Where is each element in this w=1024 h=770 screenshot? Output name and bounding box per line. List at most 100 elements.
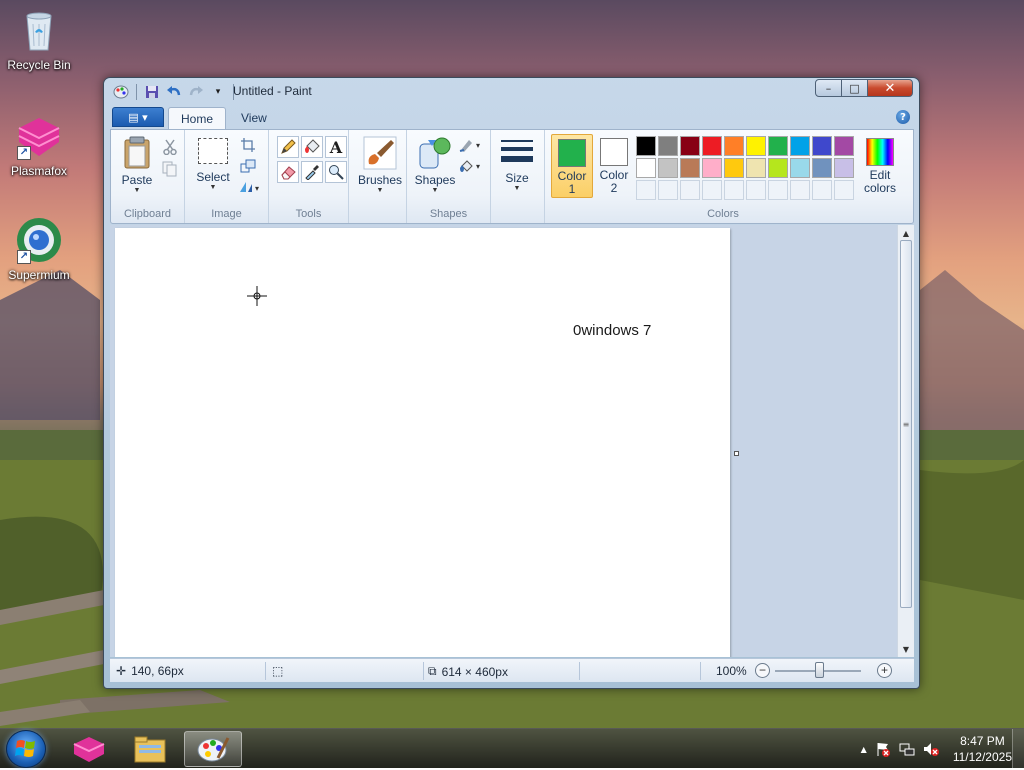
text-tool-icon[interactable]: A: [325, 136, 347, 158]
move-cursor-icon: ✛: [116, 664, 127, 678]
desktop-icon-supermium[interactable]: ↗ Supermium: [0, 216, 78, 282]
palette-custom-slot[interactable]: [724, 180, 744, 200]
palette-color-swatch[interactable]: [812, 158, 832, 178]
palette-color-swatch[interactable]: [768, 136, 788, 156]
rotate-icon[interactable]: ▾: [237, 177, 263, 197]
outline-icon[interactable]: ▾: [459, 135, 485, 155]
color-picker-icon[interactable]: [301, 161, 323, 183]
copy-icon[interactable]: [159, 159, 181, 179]
tab-home[interactable]: Home: [168, 107, 227, 129]
quick-access-toolbar: ▾: [112, 83, 236, 101]
svg-text:▾: ▾: [255, 184, 259, 193]
paste-button[interactable]: Paste ▼: [117, 136, 157, 195]
palette-custom-slot[interactable]: [834, 180, 854, 200]
zoom-out-button[interactable]: −: [755, 663, 770, 678]
status-separator: [265, 662, 266, 680]
shape-fill-icon[interactable]: ▾: [459, 156, 485, 176]
palette-custom-slot[interactable]: [746, 180, 766, 200]
magnifier-icon[interactable]: [325, 161, 347, 183]
taskbar-plasmafox[interactable]: [60, 731, 118, 767]
dropdown-arrow-icon: ▼: [209, 184, 217, 191]
palette-custom-slot[interactable]: [680, 180, 700, 200]
palette-color-swatch[interactable]: [834, 158, 854, 178]
color2-button[interactable]: Color 2: [593, 134, 635, 198]
tab-view[interactable]: View: [229, 107, 279, 129]
eraser-icon[interactable]: [277, 161, 299, 183]
show-desktop-button[interactable]: [1012, 729, 1024, 769]
canvas-workarea[interactable]: 0windows 7 ▲ ≡ ▼: [110, 225, 914, 657]
status-separator: [423, 662, 424, 680]
palette-color-swatch[interactable]: [746, 158, 766, 178]
size-button[interactable]: Size ▼: [497, 138, 537, 193]
color1-button[interactable]: Color 1: [551, 134, 593, 198]
canvas-size-value: 614 × 460px: [441, 664, 508, 679]
close-button[interactable]: ✕: [867, 79, 913, 97]
select-button[interactable]: Select ▼: [193, 138, 233, 192]
palette-custom-slot[interactable]: [768, 180, 788, 200]
palette-color-swatch[interactable]: [702, 136, 722, 156]
palette-custom-slot[interactable]: [658, 180, 678, 200]
desktop-icon-plasmafox[interactable]: ↗ Plasmafox: [0, 112, 78, 178]
tray-expand-icon[interactable]: ▲: [861, 745, 867, 754]
palette-color-swatch[interactable]: [790, 158, 810, 178]
palette-color-swatch[interactable]: [746, 136, 766, 156]
palette-color-swatch[interactable]: [724, 136, 744, 156]
maximize-button[interactable]: □: [841, 79, 868, 97]
group-label-image: Image: [211, 208, 242, 220]
palette-color-swatch[interactable]: [680, 136, 700, 156]
canvas-resize-handle[interactable]: [734, 451, 739, 456]
palette-color-swatch[interactable]: [812, 136, 832, 156]
scroll-down-icon[interactable]: ▼: [898, 641, 914, 657]
minimize-button[interactable]: –: [815, 79, 842, 97]
clock[interactable]: 8:47 PM 11/12/2025: [953, 733, 1012, 765]
cut-icon[interactable]: [159, 137, 181, 157]
palette-color-swatch[interactable]: [680, 158, 700, 178]
palette-color-swatch[interactable]: [658, 158, 678, 178]
palette-color-swatch[interactable]: [658, 136, 678, 156]
file-menu-button[interactable]: ▤ ▾: [112, 107, 164, 127]
redo-icon[interactable]: [187, 84, 205, 100]
qat-separator: [136, 84, 137, 100]
palette-custom-slot[interactable]: [702, 180, 722, 200]
crop-icon[interactable]: [237, 135, 259, 155]
palette-custom-slot[interactable]: [636, 180, 656, 200]
scroll-up-icon[interactable]: ▲: [898, 225, 914, 241]
palette-custom-slot[interactable]: [812, 180, 832, 200]
drawing-canvas[interactable]: 0windows 7: [115, 228, 730, 657]
zoom-in-button[interactable]: +: [877, 663, 892, 678]
palette-color-swatch[interactable]: [636, 136, 656, 156]
zoom-slider-thumb[interactable]: [815, 662, 824, 678]
fill-icon[interactable]: [301, 136, 323, 158]
scroll-thumb[interactable]: ≡: [900, 240, 912, 608]
palette-color-swatch[interactable]: [834, 136, 854, 156]
select-icon: [198, 138, 228, 164]
palette-custom-slot[interactable]: [790, 180, 810, 200]
pencil-icon[interactable]: [277, 136, 299, 158]
shapes-button[interactable]: Shapes ▼: [413, 136, 457, 195]
palette-color-swatch[interactable]: [724, 158, 744, 178]
customize-qat-icon[interactable]: ▾: [209, 84, 227, 100]
resize-icon[interactable]: [237, 156, 259, 176]
vertical-scrollbar[interactable]: ▲ ≡ ▼: [897, 225, 914, 657]
palette-color-swatch[interactable]: [768, 158, 788, 178]
palette-color-swatch[interactable]: [702, 158, 722, 178]
action-center-flag-icon[interactable]: [875, 741, 891, 757]
palette-color-swatch[interactable]: [790, 136, 810, 156]
volume-muted-icon[interactable]: [923, 741, 939, 757]
edit-colors-button[interactable]: Edit colors: [859, 134, 901, 198]
help-icon[interactable]: ?: [896, 110, 910, 124]
supermium-icon: ↗: [15, 216, 63, 264]
taskbar-paint[interactable]: [184, 731, 242, 767]
palette-color-swatch[interactable]: [636, 158, 656, 178]
save-icon[interactable]: [143, 84, 161, 100]
title-bar[interactable]: ▾ Untitled - Paint – □ ✕: [104, 78, 919, 104]
network-icon[interactable]: [899, 741, 915, 757]
line-size-icon: [497, 138, 537, 171]
color1-label-number: 1: [568, 182, 576, 196]
paint-app-icon[interactable]: [112, 84, 130, 100]
start-button[interactable]: [6, 730, 46, 768]
desktop-icon-recycle-bin[interactable]: Recycle Bin: [0, 6, 78, 72]
undo-icon[interactable]: [165, 84, 183, 100]
taskbar-file-explorer[interactable]: [121, 731, 179, 767]
status-separator: [579, 662, 580, 680]
